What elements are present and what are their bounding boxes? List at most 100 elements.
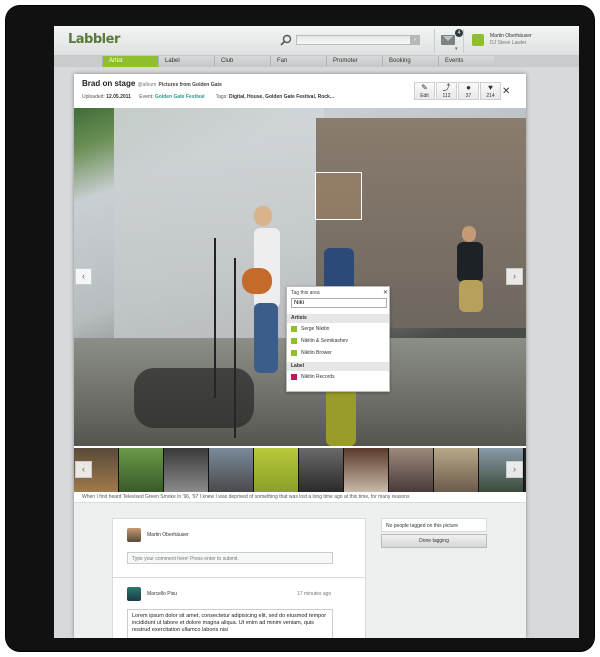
user-menu[interactable]: Martin Oberhäuser DJ Steve Lawler [466,29,579,53]
comment-text: Lorem ipsum dolor sit amet, consectetur … [127,609,333,638]
share-button[interactable]: ⤴ 112 [436,82,457,100]
photo-person [459,280,483,312]
tag-suggestion-item[interactable]: Serge Nikitin [287,324,389,334]
speech-bubble-icon: ● [466,83,471,92]
label-heading: Label [287,362,389,371]
close-icon[interactable]: ✕ [502,86,510,97]
current-user-name: Martin Oberhäuser [147,532,189,538]
photo-drum-kit [134,368,254,428]
user-role: DJ Steve Lawler [490,40,527,46]
thumbnail[interactable] [434,448,479,492]
tag-suggestion-label: Nikitin & Semikashev [301,338,348,344]
search-submit-button[interactable]: › [410,35,420,45]
thumbs-next-button[interactable]: › [506,461,523,478]
comments-button[interactable]: ● 37 [458,82,479,100]
envelope-icon [441,35,455,45]
tablet-frame: Labbler › 4 ▾ Martin Oberhäuser DJ Steve… [6,6,594,651]
avatar [127,528,141,542]
photo-caption: When I first heard Televised Green Smoke… [82,494,410,500]
uploaded-label: Uploaded: [82,94,105,100]
thumbs-prev-button[interactable]: ‹ [75,461,92,478]
tag-suggestion-item[interactable]: Nikitin & Semikashev [287,336,389,346]
comment-count: 37 [465,93,472,99]
main-nav: Artist Label Club Fan Promoter Booking E… [54,56,579,67]
tag-popup: Tag this area ✕ Artists Serge Nikitin Ni… [286,286,390,392]
comment-input[interactable]: Type your comment here! Press enter to s… [127,552,333,564]
photo-person [254,206,272,226]
thumbnail[interactable] [389,448,434,492]
thumbnail[interactable] [164,448,209,492]
photo-person [254,303,278,373]
tag-suggestion-label: Serge Nikitin [301,326,330,332]
photo-person [457,242,483,282]
tab-artist[interactable]: Artist [102,56,158,67]
like-button[interactable]: ♥ 214 [480,82,501,100]
tag-suggestion-label: Nikitin Brower [301,350,332,356]
comment-time: 17 minutes ago [297,591,332,597]
photo-title: Brad on stage [82,79,136,88]
tags-list[interactable]: Digital, House, Golden Gate Festival, Ro… [229,94,334,100]
artists-heading: Artists [287,314,389,323]
messages-button[interactable]: 4 ▾ [434,29,464,53]
event-label: Event: [139,94,154,100]
thumbnail[interactable] [299,448,344,492]
artist-icon [291,338,297,344]
tab-events[interactable]: Events [438,56,494,67]
tab-fan[interactable]: Fan [270,56,326,67]
thumbnail[interactable] [344,448,389,492]
chevron-down-icon: ▾ [455,46,458,52]
artist-icon [291,350,297,356]
thumbnail[interactable] [254,448,299,492]
user-name: Martin Oberhäuser [490,33,532,39]
album-link[interactable]: Pictures from Golden Gate [159,82,222,88]
comment-author[interactable]: Marcello Pisu [147,591,177,597]
message-count-badge: 4 [455,29,463,37]
search-icon[interactable] [280,34,292,46]
pencil-icon: ✎ [421,83,428,92]
close-icon[interactable]: ✕ [383,289,388,296]
tag-selection-box[interactable] [315,172,362,220]
album-prefix: @album [137,82,157,88]
thumbnail-strip: ‹ › [74,448,526,492]
user-avatar [472,34,484,46]
top-bar: Labbler › 4 ▾ Martin Oberhäuser DJ Steve… [54,26,579,56]
photo-guitar [242,268,272,294]
tag-suggestion-item[interactable]: Nikitin Records [287,372,389,382]
edit-label: Edit [420,93,429,99]
main-photo[interactable]: ‹ › Tag this area ✕ Artists Serge Nikiti… [74,108,526,446]
tab-label[interactable]: Label [158,56,214,67]
done-tagging-button[interactable]: Done tagging [381,534,487,548]
photo-modal: Brad on stage @album Pictures from Golde… [74,74,526,638]
tag-suggestion-item[interactable]: Nikitin Brower [287,348,389,358]
tab-booking[interactable]: Booking [382,56,438,67]
like-count: 214 [486,93,495,99]
tab-club[interactable]: Club [214,56,270,67]
tags-label: Tags: [215,94,228,100]
thumbnail[interactable] [209,448,254,492]
search-input[interactable] [296,35,412,45]
event-link[interactable]: Golden Gate Festival [155,94,205,100]
divider [113,577,365,578]
tagged-people-status: No people tagged on this picture [381,518,487,532]
photo-person [462,226,476,242]
app-logo[interactable]: Labbler [68,32,120,47]
screen: Labbler › 4 ▾ Martin Oberhäuser DJ Steve… [54,26,579,638]
photo-meta: Uploaded: 12.05.2011 Event: Golden Gate … [82,94,334,100]
share-icon: ⤴ [442,83,451,92]
artist-icon [291,326,297,332]
label-icon [291,374,297,380]
thumbnail[interactable] [119,448,164,492]
tag-suggestion-label: Nikitin Records [301,374,335,380]
tag-search-input[interactable] [291,298,387,308]
prev-photo-button[interactable]: ‹ [75,268,92,285]
lower-panel: Martin Oberhäuser Type your comment here… [74,502,526,638]
avatar [127,587,141,601]
uploaded-date: 12.05.2011 [106,94,131,100]
next-photo-button[interactable]: › [506,268,523,285]
edit-button[interactable]: ✎ Edit [414,82,435,100]
heart-icon: ♥ [488,83,493,92]
tab-promoter[interactable]: Promoter [326,56,382,67]
share-count: 112 [442,93,451,99]
comments-panel: Martin Oberhäuser Type your comment here… [112,518,366,638]
photo-title-row: Brad on stage @album Pictures from Golde… [82,79,222,88]
